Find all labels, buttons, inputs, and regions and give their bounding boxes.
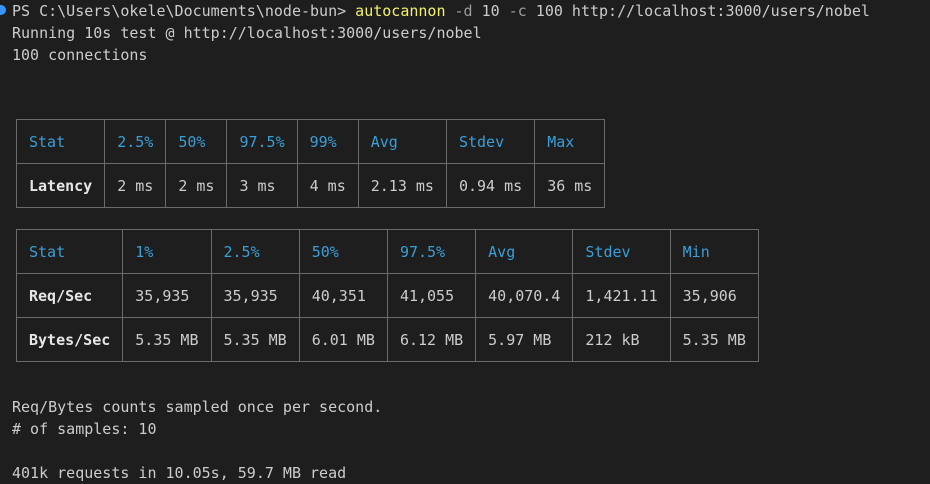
latency-row: Latency 2 ms 2 ms 3 ms 4 ms 2.13 ms 0.94… xyxy=(15,163,606,208)
header-cell: 50% xyxy=(298,229,388,274)
command-line: PS C:\Users\okele\Documents\node-bun> au… xyxy=(12,0,870,22)
sampling-note-line: Req/Bytes counts sampled once per second… xyxy=(12,398,383,416)
table-cell: 35,935 xyxy=(210,273,300,318)
running-line: Running 10s test @ http://localhost:3000… xyxy=(12,24,482,42)
row-label: Req/Sec xyxy=(15,273,124,318)
table-cell: 35,906 xyxy=(669,273,759,318)
header-cell: Stat xyxy=(15,119,106,164)
flag-c: -c xyxy=(499,2,536,20)
table-cell: 40,070.4 xyxy=(475,273,574,318)
table-cell: 3 ms xyxy=(226,163,298,208)
header-cell: 2.5% xyxy=(104,119,167,164)
summary-line: 401k requests in 10.05s, 59.7 MB read xyxy=(12,464,347,482)
header-cell: 99% xyxy=(296,119,359,164)
throughput-table: Stat 1% 2.5% 50% 97.5% Avg Stdev Min Req… xyxy=(15,229,759,362)
row-label: Bytes/Sec xyxy=(15,317,124,362)
table-cell: 5.97 MB xyxy=(475,317,574,362)
table-cell: 2 ms xyxy=(165,163,228,208)
latency-header-row: Stat 2.5% 50% 97.5% 99% Avg Stdev Max xyxy=(15,119,606,164)
header-cell: Avg xyxy=(357,119,447,164)
table-cell: 40,351 xyxy=(298,273,388,318)
table-cell: 212 kB xyxy=(572,317,671,362)
throughput-header-row: Stat 1% 2.5% 50% 97.5% Avg Stdev Min xyxy=(15,229,759,274)
table-cell: 6.01 MB xyxy=(298,317,388,362)
header-cell: Stdev xyxy=(572,229,671,274)
table-cell: 2.13 ms xyxy=(357,163,447,208)
table-cell: 6.12 MB xyxy=(386,317,477,362)
header-cell: Max xyxy=(534,119,606,164)
command-name: autocannon xyxy=(355,2,446,20)
table-cell: 5.35 MB xyxy=(122,317,212,362)
header-cell: Stat xyxy=(15,229,124,274)
header-cell: 97.5% xyxy=(386,229,477,274)
table-cell: 4 ms xyxy=(296,163,359,208)
flag-c-value: 100 xyxy=(535,2,563,20)
flag-d-value: 10 xyxy=(481,2,500,20)
latency-table: Stat 2.5% 50% 97.5% 99% Avg Stdev Max La… xyxy=(15,119,606,208)
header-cell: Stdev xyxy=(445,119,536,164)
header-cell: Avg xyxy=(475,229,574,274)
req-sec-row: Req/Sec 35,935 35,935 40,351 41,055 40,0… xyxy=(15,273,759,318)
bytes-sec-row: Bytes/Sec 5.35 MB 5.35 MB 6.01 MB 6.12 M… xyxy=(15,317,759,362)
table-cell: 35,935 xyxy=(122,273,212,318)
terminal-panel[interactable]: PS C:\Users\okele\Documents\node-bun> au… xyxy=(0,0,930,483)
table-cell: 36 ms xyxy=(534,163,606,208)
header-cell: 2.5% xyxy=(210,229,300,274)
table-cell: 41,055 xyxy=(386,273,477,318)
prompt-status-icon xyxy=(0,5,6,15)
table-cell: 5.35 MB xyxy=(210,317,300,362)
table-cell: 2 ms xyxy=(104,163,167,208)
table-cell: 1,421.11 xyxy=(572,273,671,318)
flag-d: -d xyxy=(445,2,482,20)
row-label: Latency xyxy=(15,163,106,208)
header-cell: 97.5% xyxy=(226,119,298,164)
samples-count-line: # of samples: 10 xyxy=(12,420,157,438)
prompt-path: PS C:\Users\okele\Documents\node-bun> xyxy=(12,2,356,20)
command-url: http://localhost:3000/users/nobel xyxy=(562,2,870,20)
table-cell: 0.94 ms xyxy=(445,163,536,208)
header-cell: 1% xyxy=(122,229,212,274)
connections-line: 100 connections xyxy=(12,46,148,64)
header-cell: Min xyxy=(669,229,759,274)
header-cell: 50% xyxy=(165,119,228,164)
table-cell: 5.35 MB xyxy=(669,317,759,362)
